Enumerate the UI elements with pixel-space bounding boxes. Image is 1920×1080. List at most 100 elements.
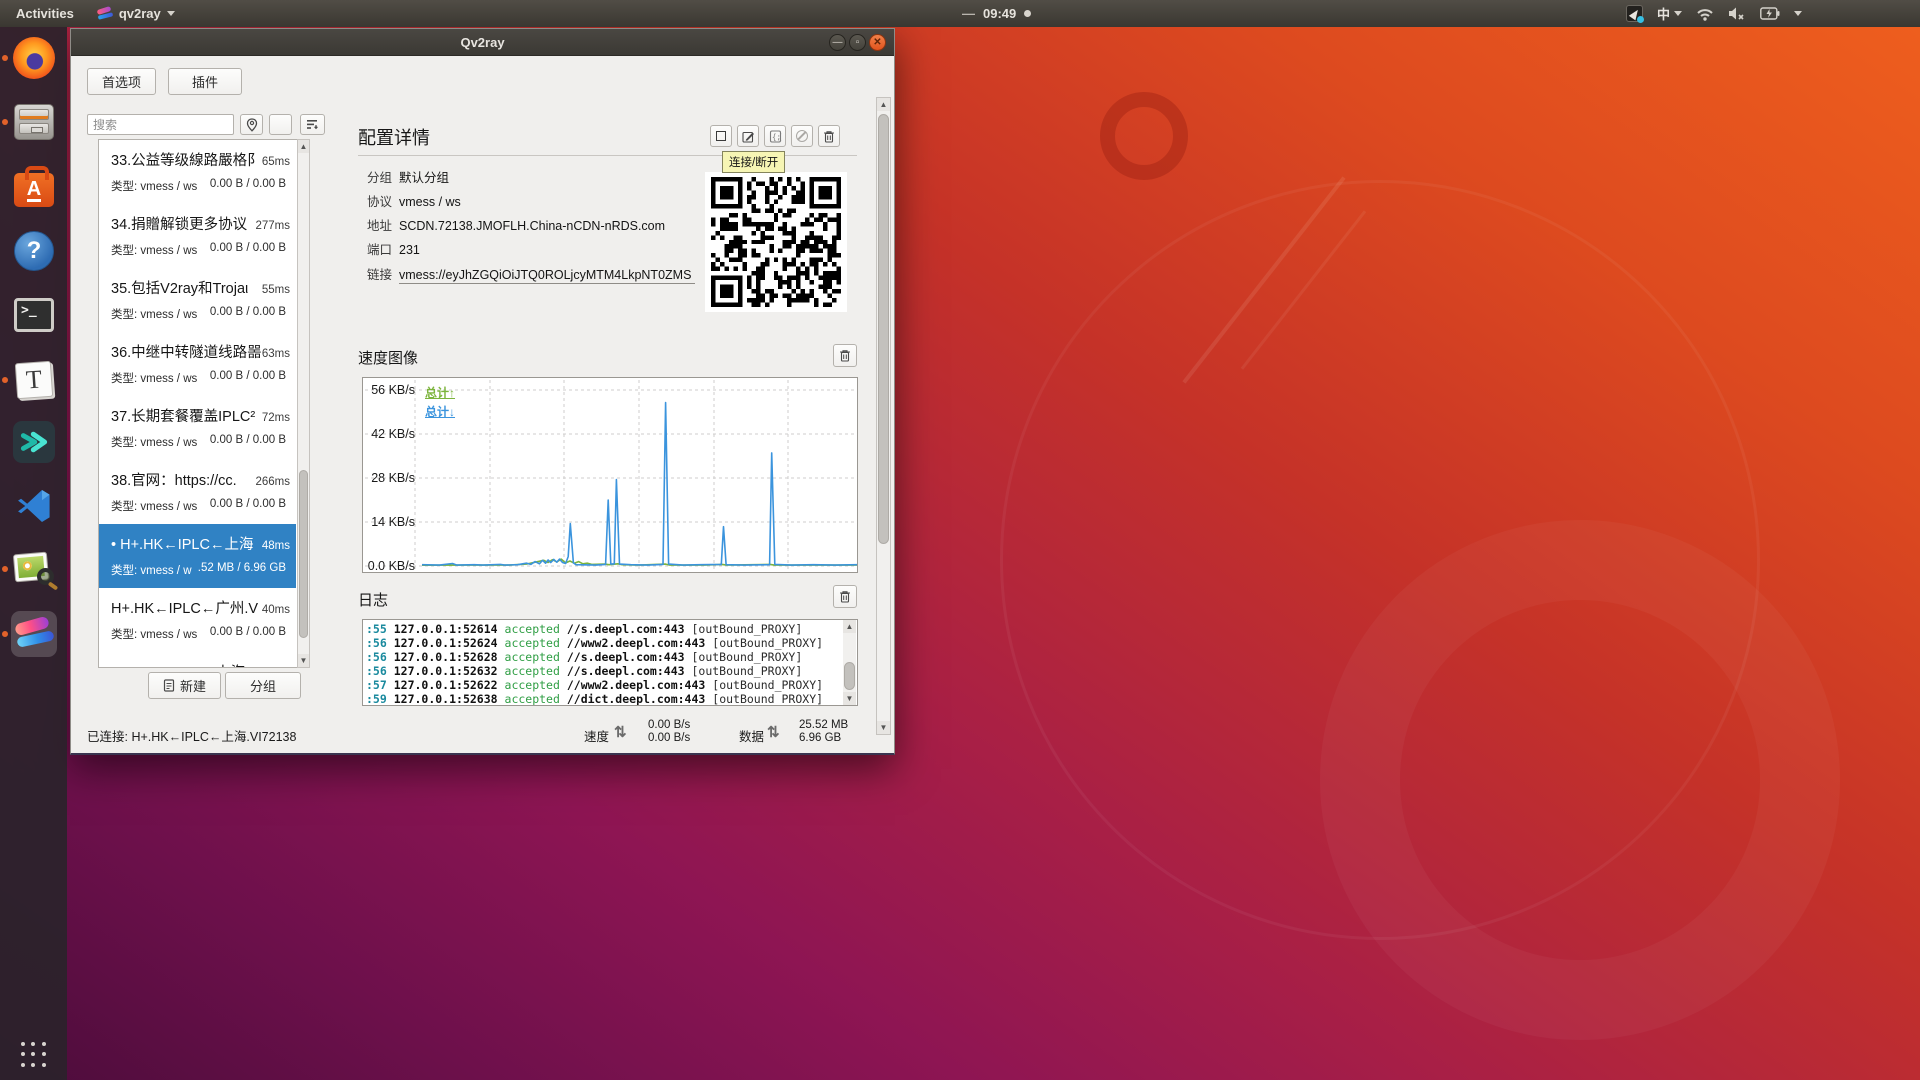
tab-preferences[interactable]: 首选项 bbox=[87, 68, 156, 95]
server-name: 35.包括V2ray和Trojaι bbox=[111, 277, 248, 298]
location-pin-button[interactable] bbox=[240, 114, 263, 135]
speed-chart: 56 KB/s42 KB/s28 KB/s14 KB/s0.0 KB/s 总计↑… bbox=[362, 377, 858, 573]
dock-item-text-editor[interactable]: T bbox=[11, 357, 57, 403]
edit-pencil-icon bbox=[742, 130, 755, 143]
server-list-item[interactable]: H+.HK←IPLC←广州.V40ms类型: vmess / ws0.00 B … bbox=[99, 588, 296, 652]
server-ping: 72ms bbox=[262, 412, 290, 424]
sort-button[interactable] bbox=[300, 114, 325, 135]
y-axis-tick-label: 56 KB/s bbox=[365, 383, 415, 397]
server-list-item[interactable]: 35.包括V2ray和Trojaι55ms类型: vmess / ws0.00 … bbox=[99, 268, 296, 332]
share-link-field[interactable]: vmess://eyJhZGQiOiJTQ0ROLjcyMTM4LkpNT0ZM… bbox=[399, 268, 695, 284]
sort-descending-icon bbox=[306, 118, 320, 131]
server-list-item[interactable]: 38.官网：https://cc.266ms类型: vmess / ws0.00… bbox=[99, 460, 296, 524]
edit-config-button[interactable] bbox=[737, 125, 759, 147]
ime-chinese-label: 中 bbox=[1657, 4, 1670, 23]
text-editor-icon: T bbox=[15, 361, 53, 399]
clear-graph-button[interactable] bbox=[833, 344, 857, 367]
dock: A? >_ T bbox=[0, 27, 67, 1080]
server-ping: 48ms bbox=[262, 540, 290, 552]
server-name: 33.公益等级線路嚴格阝 bbox=[111, 149, 262, 170]
qv2ray-window: Qv2ray — ▫ ✕ 首选项 插件 33.公益等级線路嚴格阝65ms类型: … bbox=[70, 28, 895, 755]
latency-test-button-disabled bbox=[791, 125, 813, 147]
trash-icon bbox=[823, 130, 835, 143]
server-list-scrollbar[interactable]: ▲ ▼ bbox=[297, 139, 310, 668]
scroll-up-arrow-icon[interactable]: ▲ bbox=[298, 140, 309, 153]
qv2ray-icon bbox=[13, 616, 55, 652]
app-menu[interactable]: qv2ray bbox=[96, 6, 175, 21]
server-list[interactable]: 33.公益等级線路嚴格阝65ms类型: vmess / ws0.00 B / 0… bbox=[98, 139, 310, 668]
server-data-usage: 0.00 B / 0.00 B bbox=[210, 498, 286, 514]
server-list-item-selected[interactable]: • H+.HK←IPLC←上海48ms类型: vmess / w.52 MB /… bbox=[99, 524, 296, 588]
scroll-up-arrow-icon[interactable]: ▲ bbox=[877, 98, 890, 111]
server-name: H+.CC←IPLC←上海.V bbox=[111, 661, 259, 668]
scroll-down-arrow-icon[interactable]: ▼ bbox=[298, 654, 309, 667]
dock-item-ubuntu-software[interactable]: A bbox=[11, 164, 57, 210]
teal-arrows-app-icon bbox=[13, 421, 55, 463]
server-list-item[interactable]: 37.长期套餐覆盖IPLC²72ms类型: vmess / ws0.00 B /… bbox=[99, 396, 296, 460]
clear-log-button[interactable] bbox=[833, 585, 857, 608]
close-button[interactable]: ✕ bbox=[869, 34, 886, 51]
maximize-button[interactable]: ▫ bbox=[849, 34, 866, 51]
y-axis-tick-label: 42 KB/s bbox=[365, 427, 415, 441]
config-field-3: 地址SCDN.72138.JMOFLH.China-nCDN-nRDS.com bbox=[367, 215, 665, 234]
minimize-button[interactable]: — bbox=[829, 34, 846, 51]
scroll-down-arrow-icon[interactable]: ▼ bbox=[843, 692, 856, 705]
server-data-usage: 0.00 B / 0.00 B bbox=[210, 370, 286, 386]
server-type: 类型: vmess / ws bbox=[111, 178, 197, 194]
qv2ray-appmenu-icon bbox=[96, 6, 113, 21]
dock-item-screenshot-tool[interactable] bbox=[11, 546, 57, 592]
screenshot-tool-icon bbox=[14, 551, 54, 587]
y-axis-tick-label: 14 KB/s bbox=[365, 515, 415, 529]
show-applications-button[interactable] bbox=[21, 1042, 47, 1068]
new-server-button[interactable]: 新建 bbox=[148, 672, 221, 699]
group-button[interactable]: 分组 bbox=[225, 672, 301, 699]
trash-icon bbox=[839, 349, 851, 362]
activities-button[interactable]: Activities bbox=[16, 6, 74, 21]
scrollbar-thumb[interactable] bbox=[878, 114, 889, 544]
server-type: 类型: vmess / ws bbox=[111, 370, 197, 386]
server-data-usage: 0.00 B / 0.00 B bbox=[210, 178, 286, 194]
dock-item-file-manager[interactable] bbox=[11, 99, 57, 145]
log-line: :55 127.0.0.1:52614 accepted //s.deepl.c… bbox=[366, 622, 857, 636]
scroll-down-arrow-icon[interactable]: ▼ bbox=[877, 721, 890, 734]
edit-json-button[interactable]: {;} bbox=[764, 125, 786, 147]
legend-item-upload[interactable]: 总计↓ bbox=[425, 403, 455, 420]
dock-item-firefox[interactable] bbox=[11, 35, 57, 81]
tab-plugins[interactable]: 插件 bbox=[168, 68, 242, 95]
config-field-2: 协议vmess / ws bbox=[367, 191, 461, 210]
server-list-item[interactable]: 33.公益等级線路嚴格阝65ms类型: vmess / ws0.00 B / 0… bbox=[99, 140, 296, 204]
input-method-icon[interactable] bbox=[1626, 5, 1643, 22]
scrollbar-thumb[interactable] bbox=[844, 662, 855, 690]
dock-item-qv2ray[interactable] bbox=[11, 611, 57, 657]
search-input[interactable] bbox=[87, 114, 234, 135]
server-name: 34.捐贈解锁更多协议 bbox=[111, 213, 247, 234]
system-menu-chevron-icon[interactable] bbox=[1794, 11, 1802, 16]
ime-menu[interactable]: 中 bbox=[1657, 4, 1682, 23]
notification-dot-icon bbox=[1024, 10, 1031, 17]
scrollbar-thumb[interactable] bbox=[299, 470, 308, 638]
dock-item-teal-arrows-app[interactable] bbox=[11, 419, 57, 465]
blank-button[interactable] bbox=[269, 114, 292, 135]
field-label: 链接 bbox=[367, 264, 399, 283]
clock-menu[interactable]: — 09:49 bbox=[962, 0, 1031, 27]
dock-item-terminal[interactable]: >_ bbox=[11, 292, 57, 338]
dock-item-vscode[interactable] bbox=[11, 483, 57, 529]
window-titlebar[interactable]: Qv2ray — ▫ ✕ bbox=[71, 29, 894, 56]
log-output[interactable]: :55 127.0.0.1:52614 accepted //s.deepl.c… bbox=[362, 619, 858, 706]
running-indicator-dot bbox=[2, 377, 8, 383]
log-scrollbar[interactable]: ▲ ▼ bbox=[843, 620, 856, 705]
log-title: 日志 bbox=[358, 589, 388, 610]
delete-config-button[interactable] bbox=[818, 125, 840, 147]
scroll-up-arrow-icon[interactable]: ▲ bbox=[843, 620, 856, 633]
server-list-item[interactable]: 34.捐贈解锁更多协议277ms类型: vmess / ws0.00 B / 0… bbox=[99, 204, 296, 268]
legend-item-download[interactable]: 总计↑ bbox=[425, 384, 455, 401]
field-label: 协议 bbox=[367, 191, 399, 210]
server-list-item[interactable]: 36.中继中转隧道线路噐63ms类型: vmess / ws0.00 B / 0… bbox=[99, 332, 296, 396]
server-list-item[interactable]: H+.CC←IPLC←上海.V bbox=[99, 652, 296, 668]
connect-disconnect-button[interactable] bbox=[710, 125, 732, 147]
dock-item-help[interactable]: ? bbox=[11, 228, 57, 274]
ubuntu-software-icon: A bbox=[14, 173, 54, 207]
main-scrollbar[interactable]: ▲ ▼ bbox=[876, 97, 891, 735]
y-axis-tick-label: 28 KB/s bbox=[365, 471, 415, 485]
log-line: :57 127.0.0.1:52622 accepted //www2.deep… bbox=[366, 678, 857, 692]
